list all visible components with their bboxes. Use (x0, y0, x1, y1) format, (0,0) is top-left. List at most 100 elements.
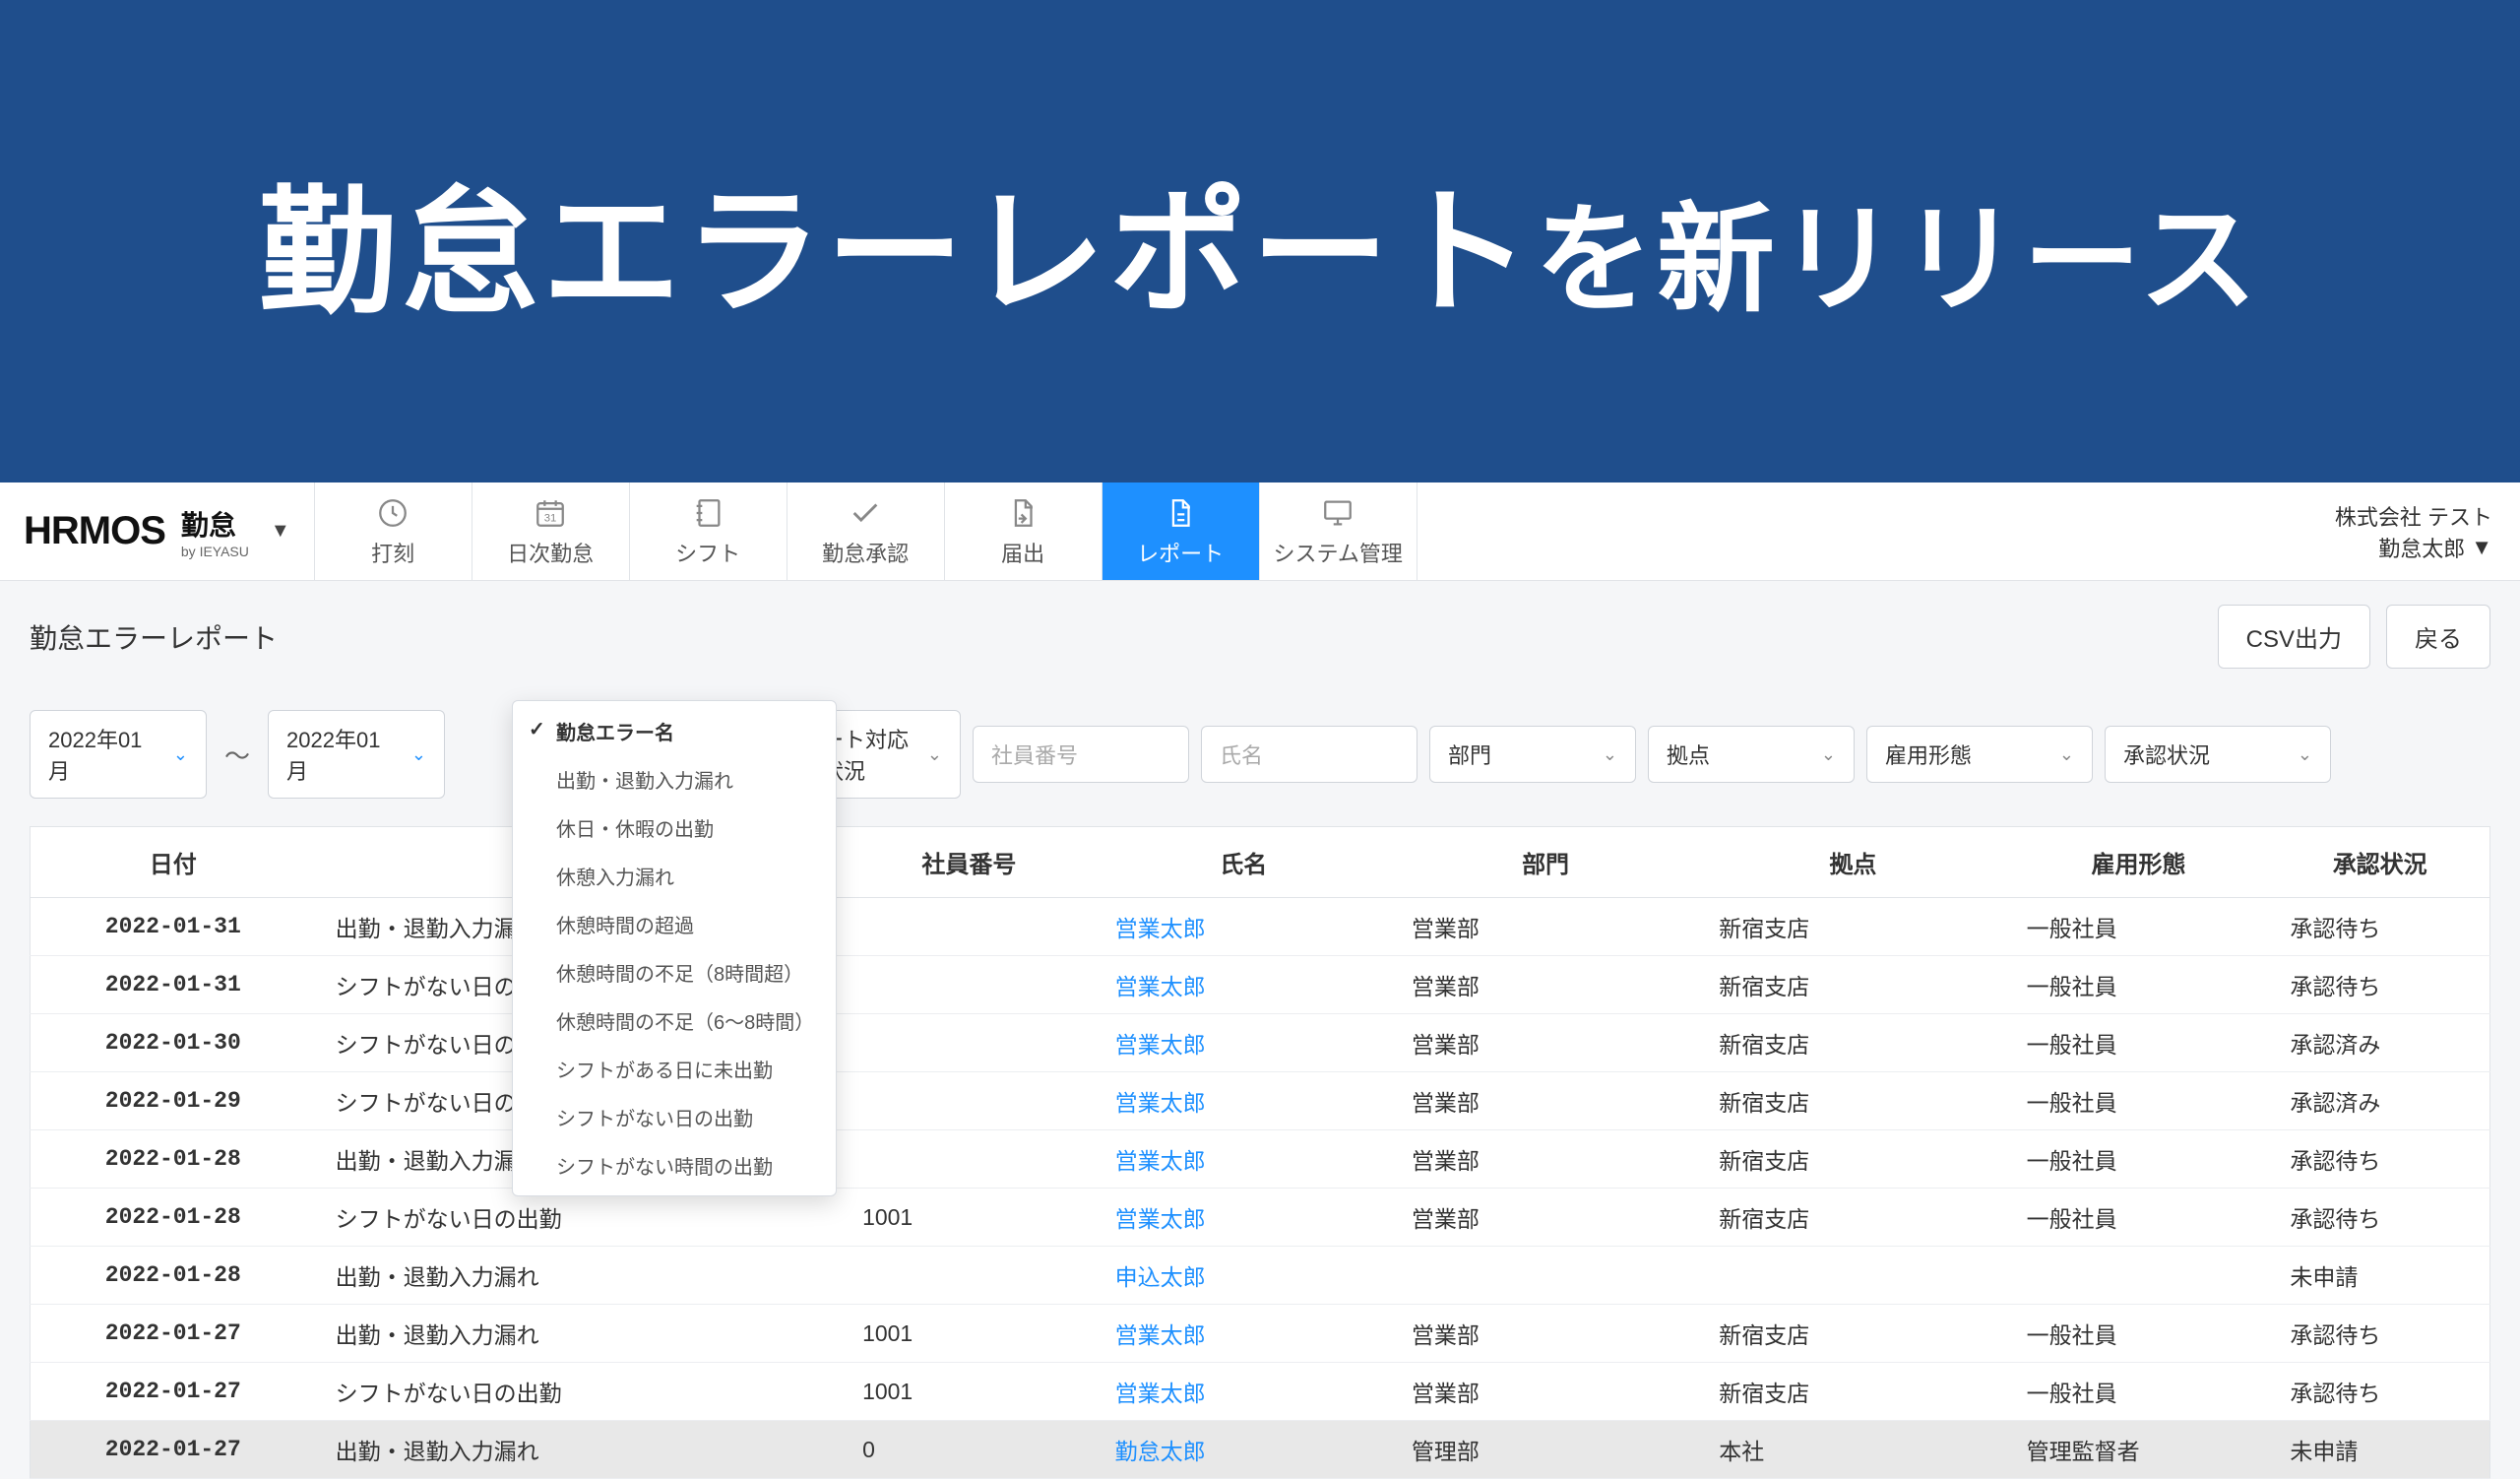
dropdown-option[interactable]: 休憩時間の不足（6〜8時間） (513, 997, 836, 1045)
cell-employment: 管理監督者 (2007, 1421, 2271, 1479)
col-date: 日付 (31, 827, 316, 898)
table-row[interactable]: 2022-01-27出勤・退勤入力漏れ1001営業太郎営業部新宿支店一般社員承認… (31, 1305, 2490, 1363)
dropdown-option[interactable]: 休日・休暇の出勤 (513, 804, 836, 852)
nav-label: 勤怠承認 (822, 537, 909, 568)
dept-label: 部門 (1448, 739, 1491, 770)
cell-name: 営業太郎 (1096, 898, 1392, 956)
nav-label: シフト (675, 537, 740, 568)
chevron-down-icon: ⌄ (411, 744, 426, 765)
date-from-select[interactable]: 2022年01月⌄ (30, 710, 207, 799)
date-to-select[interactable]: 2022年01月 ⌄ (268, 710, 445, 799)
cell-empno: 1001 (843, 1305, 1096, 1363)
table-row[interactable]: 2022-01-27シフトがない日の出勤1001営業太郎営業部新宿支店一般社員承… (31, 1363, 2490, 1421)
col-name: 氏名 (1096, 827, 1392, 898)
user-name: 勤怠太郎 (2378, 532, 2465, 563)
cell-status: 未申請 (2270, 1421, 2489, 1479)
col-location: 拠点 (1699, 827, 2006, 898)
table-row[interactable]: 2022-01-28シフトがない日の出勤1001営業太郎営業部新宿支店一般社員承… (31, 1189, 2490, 1247)
cell-dept: 営業部 (1392, 1014, 1699, 1072)
cell-location (1699, 1247, 2006, 1305)
nav-item-approve[interactable]: 勤怠承認 (788, 482, 945, 580)
csv-export-button[interactable]: CSV出力 (2218, 605, 2370, 669)
cell-error: 出勤・退勤入力漏れ (316, 1247, 844, 1305)
employee-link[interactable]: 営業太郎 (1115, 1322, 1206, 1348)
error-name-dropdown[interactable]: 勤怠エラー名 出勤・退勤入力漏れ 休日・休暇の出勤 休憩入力漏れ 休憩時間の超過… (512, 700, 837, 1196)
cell-status: 承認待ち (2270, 1189, 2489, 1247)
nav-item-system[interactable]: システム管理 (1260, 482, 1418, 580)
cell-empno (843, 1072, 1096, 1130)
user-menu[interactable]: 株式会社 テスト 勤怠太郎▼ (2335, 482, 2520, 580)
cell-location: 本社 (1699, 1421, 2006, 1479)
table-row[interactable]: 2022-01-28出勤・退勤入力漏れ申込太郎未申請 (31, 1247, 2490, 1305)
approval-label: 承認状況 (2123, 739, 2210, 770)
employee-link[interactable]: 営業太郎 (1115, 1090, 1206, 1116)
dropdown-option[interactable]: 休憩時間の超過 (513, 900, 836, 948)
employee-link[interactable]: 営業太郎 (1115, 1148, 1206, 1174)
cell-dept: 営業部 (1392, 1363, 1699, 1421)
name-input[interactable]: 氏名 (1201, 726, 1418, 783)
cell-name: 営業太郎 (1096, 1363, 1392, 1421)
svg-text:31: 31 (544, 512, 557, 524)
cell-dept: 営業部 (1392, 1305, 1699, 1363)
chevron-down-icon: ⌄ (1603, 744, 1617, 765)
table-row[interactable]: 2022-01-31シフトがない日の出勤営業太郎営業部新宿支店一般社員承認待ち (31, 956, 2490, 1014)
dropdown-option[interactable]: シフトがない時間の出勤 (513, 1141, 836, 1190)
employment-label: 雇用形態 (1885, 739, 1972, 770)
nav-item-request[interactable]: 届出 (945, 482, 1102, 580)
employee-link[interactable]: 営業太郎 (1115, 974, 1206, 999)
nav-item-daily[interactable]: 31 日次勤怠 (472, 482, 630, 580)
logo-brand: HRMOS (24, 509, 165, 553)
date-to-label: 2022年01月 (286, 723, 402, 786)
cell-name: 営業太郎 (1096, 1305, 1392, 1363)
employee-link[interactable]: 営業太郎 (1115, 1381, 1206, 1406)
dropdown-option[interactable]: 休憩時間の不足（8時間超） (513, 948, 836, 997)
employee-link[interactable]: 営業太郎 (1115, 1206, 1206, 1232)
cell-empno (843, 956, 1096, 1014)
cell-employment: 一般社員 (2007, 1130, 2271, 1189)
employee-link[interactable]: 申込太郎 (1115, 1264, 1206, 1290)
cell-employment: 一般社員 (2007, 956, 2271, 1014)
cell-dept: 管理部 (1392, 1421, 1699, 1479)
cell-date: 2022-01-31 (31, 898, 316, 956)
table-row[interactable]: 2022-01-30シフトがない日の出勤営業太郎営業部新宿支店一般社員承認済み (31, 1014, 2490, 1072)
employee-link[interactable]: 営業太郎 (1115, 1032, 1206, 1058)
nav-item-shift[interactable]: シフト (630, 482, 788, 580)
table-row[interactable]: 2022-01-31出勤・退勤入力漏れ営業太郎営業部新宿支店一般社員承認待ち (31, 898, 2490, 956)
back-button[interactable]: 戻る (2386, 605, 2490, 669)
table-row[interactable]: 2022-01-29シフトがない日の出勤営業太郎営業部新宿支店一般社員承認済み (31, 1072, 2490, 1130)
nav-item-report[interactable]: レポート (1102, 482, 1260, 580)
chevron-down-icon: ⌄ (2298, 744, 2312, 765)
cell-location: 新宿支店 (1699, 898, 2006, 956)
cell-error: シフトがない日の出勤 (316, 1189, 844, 1247)
employment-select[interactable]: 雇用形態⌄ (1866, 726, 2093, 783)
emp-no-input[interactable]: 社員番号 (973, 726, 1189, 783)
nav-label: 日次勤怠 (507, 537, 594, 568)
chevron-down-icon: ▼ (271, 520, 290, 543)
nav-label: 打刻 (371, 537, 414, 568)
approval-select[interactable]: 承認状況 ⌄ (2105, 726, 2331, 783)
location-select[interactable]: 拠点⌄ (1648, 726, 1855, 783)
dropdown-option[interactable]: シフトがない日の出勤 (513, 1093, 836, 1141)
logo-block[interactable]: HRMOS 勤怠 by IEYASU ▼ (0, 482, 314, 580)
cell-error: シフトがない日の出勤 (316, 1363, 844, 1421)
hero-title-sub: を新リリース (1535, 194, 2261, 326)
nav-item-clock[interactable]: 打刻 (315, 482, 472, 580)
cell-empno: 0 (843, 1421, 1096, 1479)
dropdown-option[interactable]: 出勤・退勤入力漏れ (513, 755, 836, 804)
table-row[interactable]: 2022-01-27出勤・退勤入力漏れ0勤怠太郎管理部本社管理監督者未申請 (31, 1421, 2490, 1479)
monitor-icon (1320, 495, 1355, 531)
nav-label: レポート (1137, 537, 1224, 568)
table-row[interactable]: 2022-01-28出勤・退勤入力漏れ営業太郎営業部新宿支店一般社員承認待ち (31, 1130, 2490, 1189)
dropdown-option[interactable]: シフトがある日に未出勤 (513, 1045, 836, 1093)
cell-location: 新宿支店 (1699, 1189, 2006, 1247)
cell-date: 2022-01-28 (31, 1189, 316, 1247)
dropdown-option[interactable]: 休憩入力漏れ (513, 852, 836, 900)
employee-link[interactable]: 勤怠太郎 (1115, 1439, 1206, 1464)
dropdown-header[interactable]: 勤怠エラー名 (513, 707, 836, 755)
dept-select[interactable]: 部門 ⌄ (1429, 726, 1636, 783)
chevron-down-icon: ⌄ (927, 744, 942, 765)
date-from-label: 2022年01月 (48, 723, 163, 786)
clock-icon (375, 495, 410, 531)
doc-arrow-icon (1005, 495, 1040, 531)
employee-link[interactable]: 営業太郎 (1115, 916, 1206, 941)
